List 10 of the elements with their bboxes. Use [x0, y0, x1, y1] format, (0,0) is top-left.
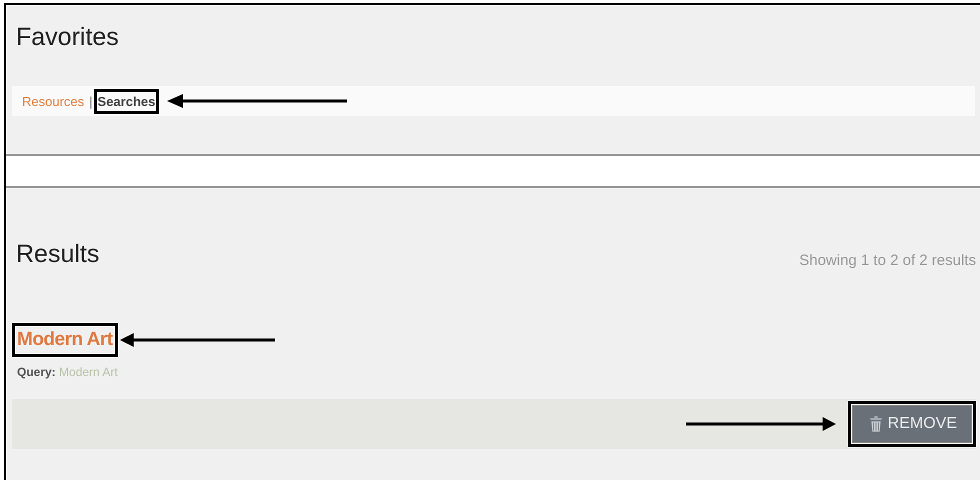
- tab[interactable]: Resources: [18, 88, 88, 114]
- tab[interactable]: Searches: [94, 88, 160, 114]
- remove-button[interactable]: REMOVE: [852, 405, 972, 443]
- results-summary: Showing 1 to 2 of 2 results: [799, 252, 976, 269]
- query-text: Query: Modern Art: [17, 365, 119, 379]
- tab-separator: |: [89, 94, 93, 108]
- page-title: Favorites: [15, 22, 120, 53]
- trash-icon: [868, 416, 883, 432]
- section-title: Results: [16, 240, 100, 269]
- result-link[interactable]: Modern Art: [12, 323, 118, 357]
